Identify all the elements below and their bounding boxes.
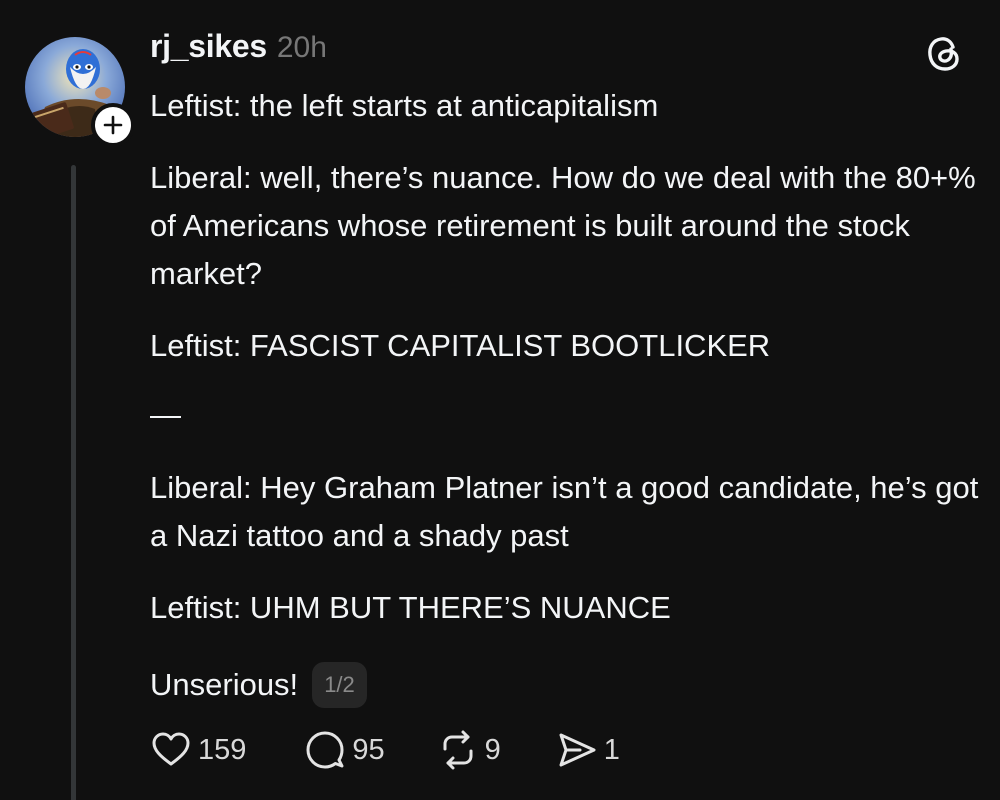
post-paragraph: Leftist: FASCIST CAPITALIST BOOTLICKER	[150, 328, 771, 363]
post-paragraph: Leftist: UHM BUT THERE’S NUANCE	[150, 590, 671, 625]
repost-icon	[437, 729, 479, 771]
share-count: 1	[603, 733, 620, 766]
follow-button[interactable]	[91, 103, 135, 147]
send-icon	[556, 729, 598, 771]
page-indicator-badge: 1/2	[312, 662, 367, 708]
comment-bubble-icon	[304, 729, 346, 771]
thread-line	[71, 165, 76, 800]
threads-post: rj_sikes 20h Leftist: the left starts at…	[0, 0, 1000, 800]
post-paragraph: Liberal: Hey Graham Platner isn’t a good…	[150, 470, 979, 553]
like-count: 159	[198, 733, 247, 766]
reply-button[interactable]: 95	[304, 729, 385, 771]
timestamp[interactable]: 20h	[277, 31, 327, 65]
heart-icon	[150, 729, 192, 771]
post-header: rj_sikes 20h	[150, 28, 327, 78]
post-paragraph: Liberal: well, there’s nuance. How do we…	[150, 160, 976, 291]
threads-logo-icon[interactable]	[922, 32, 966, 76]
post-last-line: Unserious! 1/2	[150, 661, 367, 709]
avatar-container	[25, 37, 135, 147]
reply-count: 95	[352, 733, 385, 766]
post-paragraph: Leftist: the left starts at anticapitali…	[150, 88, 659, 123]
repost-count: 9	[484, 733, 501, 766]
action-bar: 159 95 9 1	[150, 725, 620, 775]
username[interactable]: rj_sikes	[150, 28, 267, 65]
share-button[interactable]: 1	[556, 729, 620, 771]
repost-button[interactable]: 9	[437, 729, 501, 771]
plus-icon	[103, 115, 123, 135]
post-paragraph: Unserious!	[150, 667, 299, 702]
post-paragraph: —	[150, 397, 181, 432]
like-button[interactable]: 159	[150, 729, 246, 771]
